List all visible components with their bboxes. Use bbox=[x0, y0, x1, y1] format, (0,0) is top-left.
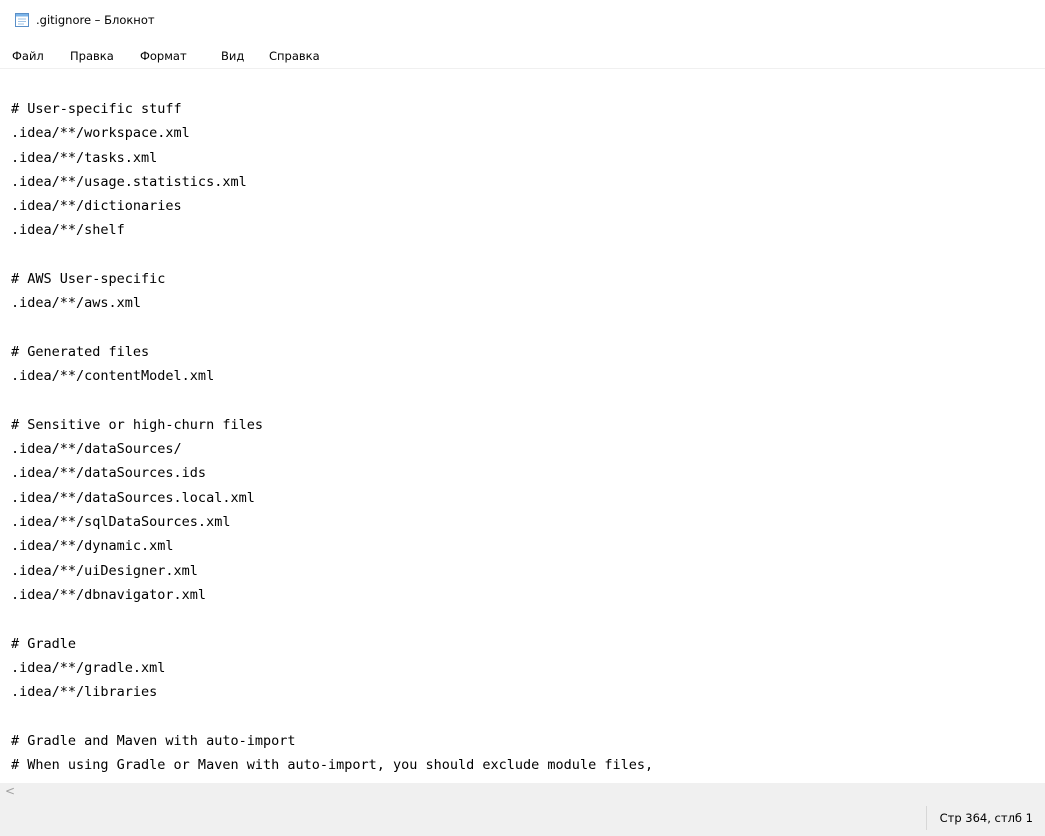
title-bar[interactable]: .gitignore – Блокнот bbox=[0, 0, 1045, 40]
horizontal-scrollbar[interactable]: < bbox=[0, 783, 1045, 800]
notepad-window: .gitignore – Блокнот Файл Правка Формат … bbox=[0, 0, 1045, 836]
text-editor-area[interactable]: # User-specific stuff .idea/**/workspace… bbox=[0, 69, 1045, 783]
menu-bar: Файл Правка Формат Вид Справка bbox=[0, 45, 1045, 67]
editor-text[interactable]: # User-specific stuff .idea/**/workspace… bbox=[11, 97, 653, 777]
menu-view[interactable]: Вид bbox=[221, 48, 244, 64]
scroll-left-arrow-icon[interactable]: < bbox=[5, 784, 15, 799]
status-bar: Стр 364, стлб 1 bbox=[0, 800, 1045, 836]
cursor-position: Стр 364, стлб 1 bbox=[939, 811, 1033, 825]
status-divider bbox=[926, 806, 927, 830]
window-title: .gitignore – Блокнот bbox=[36, 13, 155, 27]
menu-edit[interactable]: Правка bbox=[70, 48, 114, 64]
notepad-icon bbox=[15, 13, 29, 27]
menu-format[interactable]: Формат bbox=[140, 48, 187, 64]
menu-help[interactable]: Справка bbox=[269, 48, 320, 64]
menu-file[interactable]: Файл bbox=[12, 48, 44, 64]
